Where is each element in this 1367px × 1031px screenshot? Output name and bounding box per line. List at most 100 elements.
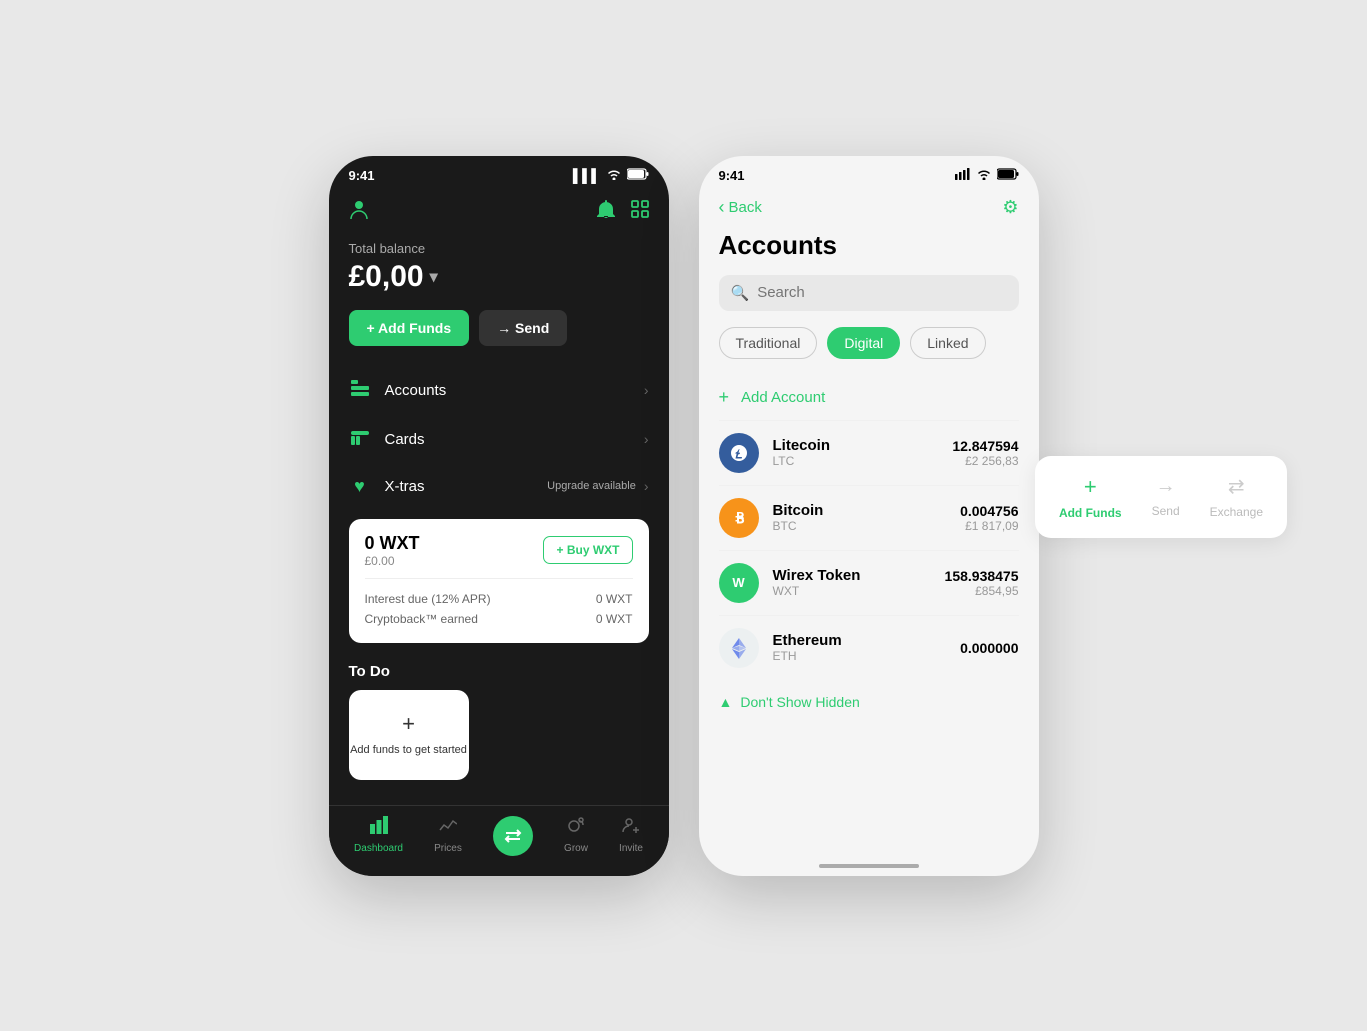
send-card-icon: →	[1156, 475, 1176, 498]
bell-icon[interactable]	[597, 200, 615, 225]
btc-fiat: £1 817,09	[960, 519, 1018, 533]
interest-value: 0 WXT	[596, 592, 633, 606]
ltc-ticker: LTC	[773, 454, 939, 468]
send-card-item[interactable]: → Send	[1152, 475, 1180, 518]
upgrade-badge: Upgrade available	[547, 480, 636, 492]
hidden-row[interactable]: ▲ Don't Show Hidden	[699, 680, 1039, 724]
nav-prices[interactable]: Prices	[434, 816, 462, 856]
accounts-title: Accounts	[699, 222, 1039, 275]
xtras-chevron: ›	[644, 478, 649, 494]
eth-name: Ethereum	[773, 632, 947, 649]
accounts-menu-item[interactable]: Accounts ›	[329, 366, 669, 415]
nav-exchange[interactable]	[493, 816, 533, 856]
todo-card[interactable]: + Add funds to get started	[349, 690, 469, 780]
settings-icon[interactable]: ⚙	[1002, 197, 1018, 218]
home-indicator	[819, 864, 919, 868]
status-bar-dark: 9:41 ▌▌▌	[329, 156, 669, 189]
scan-icon[interactable]	[631, 200, 649, 225]
dark-phone: 9:41 ▌▌▌	[329, 156, 669, 876]
tab-traditional[interactable]: Traditional	[719, 327, 818, 359]
right-card: + Add Funds → Send ⇄ Exchange	[1035, 456, 1287, 538]
invite-icon	[622, 816, 640, 839]
dark-header	[329, 189, 669, 241]
status-bar-light: 9:41	[699, 156, 1039, 189]
wxt-card: 0 WXT £0.00 + Buy WXT Interest due (12% …	[349, 519, 649, 643]
buy-wxt-button[interactable]: + Buy WXT	[543, 536, 632, 564]
hidden-label: Don't Show Hidden	[740, 694, 859, 710]
todo-title: To Do	[349, 663, 649, 680]
cards-menu-label: Cards	[385, 431, 425, 448]
coin-row-ltc[interactable]: Litecoin LTC 12.847594 £2 256,83	[699, 421, 1039, 485]
bottom-nav: Dashboard Prices Grow	[329, 805, 669, 876]
battery-icon-light	[997, 168, 1019, 183]
tab-linked[interactable]: Linked	[910, 327, 985, 359]
add-funds-button[interactable]: + Add Funds	[349, 310, 470, 346]
invite-label: Invite	[619, 843, 643, 854]
signal-icon: ▌▌▌	[573, 168, 601, 183]
wifi-icon	[606, 168, 622, 183]
action-buttons: + Add Funds → Send	[329, 310, 669, 366]
back-button[interactable]: ‹ Back	[719, 197, 762, 218]
add-funds-card-item[interactable]: + Add Funds	[1059, 474, 1122, 520]
search-input[interactable]	[757, 284, 1006, 301]
cryptoback-value: 0 WXT	[596, 612, 633, 626]
eth-amounts: 0.000000	[960, 640, 1018, 656]
balance-section: Total balance £0,00 ▾	[329, 241, 669, 310]
eth-icon	[719, 628, 759, 668]
time-dark: 9:41	[349, 168, 375, 183]
nav-invite[interactable]: Invite	[619, 816, 643, 856]
hidden-arrow-icon: ▲	[719, 694, 733, 710]
back-label: Back	[729, 199, 762, 216]
add-account-label: Add Account	[741, 389, 825, 406]
eth-ticker: ETH	[773, 649, 947, 663]
accounts-menu-label: Accounts	[385, 382, 447, 399]
tab-digital[interactable]: Digital	[827, 327, 900, 359]
cards-chevron: ›	[644, 431, 649, 447]
exchange-card-item[interactable]: ⇄ Exchange	[1210, 474, 1263, 519]
dashboard-label: Dashboard	[354, 843, 403, 854]
exchange-circle[interactable]	[493, 816, 533, 856]
cards-menu-item[interactable]: Cards ›	[329, 415, 669, 464]
eth-info: Ethereum ETH	[773, 632, 947, 663]
add-funds-card-label: Add Funds	[1059, 506, 1122, 520]
wxt-info: Wirex Token WXT	[773, 567, 931, 598]
ltc-amounts: 12.847594 £2 256,83	[952, 438, 1018, 468]
wxt-crypto: 158.938475	[945, 568, 1019, 584]
xtras-row[interactable]: ♥ X-tras Upgrade available ›	[329, 464, 669, 509]
prices-label: Prices	[434, 843, 462, 854]
filter-tabs: Traditional Digital Linked	[699, 327, 1039, 375]
back-chevron: ‹	[719, 197, 725, 218]
search-bar[interactable]: 🔍	[719, 275, 1019, 311]
coin-row-eth[interactable]: Ethereum ETH 0.000000	[699, 616, 1039, 680]
light-phone: 9:41 ‹ Back ⚙ Accounts	[699, 156, 1039, 876]
balance-chevron[interactable]: ▾	[430, 267, 438, 287]
nav-grow[interactable]: Grow	[564, 816, 588, 856]
wxt-amount: 0 WXT	[365, 533, 420, 554]
todo-text: Add funds to get started	[350, 743, 467, 757]
ltc-crypto: 12.847594	[952, 438, 1018, 454]
send-card-label: Send	[1152, 504, 1180, 518]
signal-icon-light	[955, 168, 971, 183]
user-icon[interactable]	[349, 199, 369, 227]
btc-crypto: 0.004756	[960, 503, 1018, 519]
time-light: 9:41	[719, 168, 745, 183]
cryptoback-label: Cryptoback™ earned	[365, 612, 478, 626]
wxt-ticker: WXT	[773, 584, 931, 598]
dashboard-icon	[370, 816, 388, 839]
add-account-row[interactable]: + Add Account	[699, 375, 1039, 420]
xtras-icon: ♥	[349, 476, 371, 497]
coin-row-btc[interactable]: Bitcoin BTC 0.004756 £1 817,09	[699, 486, 1039, 550]
cards-menu-icon	[349, 429, 371, 450]
grow-label: Grow	[564, 843, 588, 854]
wxt-gbp: £0.00	[365, 554, 420, 568]
send-button[interactable]: → Send	[479, 310, 567, 346]
balance-amount: £0,00 ▾	[349, 260, 649, 294]
btc-icon	[719, 498, 759, 538]
add-funds-card-icon: +	[1084, 474, 1097, 500]
accounts-chevron: ›	[644, 382, 649, 398]
nav-dashboard[interactable]: Dashboard	[354, 816, 403, 856]
coin-row-wxt[interactable]: W Wirex Token WXT 158.938475 £854,95	[699, 551, 1039, 615]
exchange-card-label: Exchange	[1210, 505, 1263, 519]
interest-label: Interest due (12% APR)	[365, 592, 491, 606]
todo-plus-icon: +	[402, 711, 415, 737]
